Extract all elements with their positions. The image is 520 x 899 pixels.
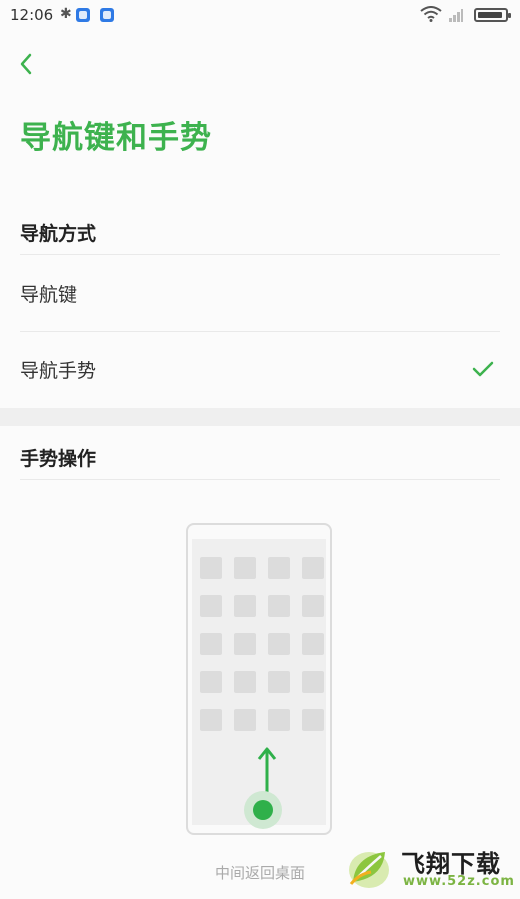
option-label: 导航键 bbox=[20, 284, 78, 306]
app-tile bbox=[302, 557, 324, 579]
app-tile bbox=[268, 595, 290, 617]
section-separator bbox=[0, 408, 520, 426]
app-tile bbox=[234, 595, 256, 617]
app-tile bbox=[302, 709, 324, 731]
chevron-left-icon bbox=[20, 53, 32, 75]
bluetooth-icon: ✱ bbox=[60, 6, 72, 22]
app-tile bbox=[200, 557, 222, 579]
battery-icon bbox=[474, 8, 511, 22]
phone-screen bbox=[192, 539, 326, 829]
option-navigation-gestures[interactable]: 导航手势 bbox=[0, 332, 520, 408]
app-tile bbox=[234, 709, 256, 731]
app-tile bbox=[268, 709, 290, 731]
option-navigation-keys[interactable]: 导航键 bbox=[0, 256, 520, 332]
app-tile bbox=[200, 633, 222, 655]
divider bbox=[20, 254, 500, 255]
back-button[interactable] bbox=[14, 48, 42, 80]
status-bar: 12:06 ✱ bbox=[0, 0, 520, 32]
app-tile bbox=[268, 557, 290, 579]
option-label: 导航手势 bbox=[20, 360, 97, 382]
page-title: 导航键和手势 bbox=[20, 120, 212, 156]
navigation-mode-header: 导航方式 bbox=[20, 223, 97, 245]
app-tile bbox=[200, 595, 222, 617]
gesture-illustration bbox=[186, 523, 332, 835]
signal-icon bbox=[449, 9, 463, 22]
gesture-operation-header: 手势操作 bbox=[20, 448, 97, 470]
app-tile bbox=[302, 671, 324, 693]
leaf-logo-icon bbox=[349, 852, 389, 888]
check-icon bbox=[472, 361, 494, 377]
status-time: 12:06 bbox=[10, 6, 54, 24]
app-tile bbox=[268, 633, 290, 655]
divider bbox=[20, 479, 500, 480]
notification-icon bbox=[76, 8, 90, 22]
app-tile bbox=[200, 709, 222, 731]
watermark-url: www.52z.com bbox=[403, 874, 515, 889]
app-tile bbox=[234, 557, 256, 579]
touch-point-icon bbox=[253, 800, 273, 820]
app-tile bbox=[302, 595, 324, 617]
watermark: 飞翔下载 www.52z.com bbox=[345, 842, 515, 896]
wifi-icon bbox=[420, 6, 442, 22]
app-tile bbox=[200, 671, 222, 693]
gesture-caption: 中间返回桌面 bbox=[214, 864, 305, 882]
app-tile bbox=[268, 671, 290, 693]
app-tile bbox=[302, 633, 324, 655]
app-tile bbox=[234, 671, 256, 693]
notification-icon bbox=[100, 8, 114, 22]
app-tile bbox=[234, 633, 256, 655]
